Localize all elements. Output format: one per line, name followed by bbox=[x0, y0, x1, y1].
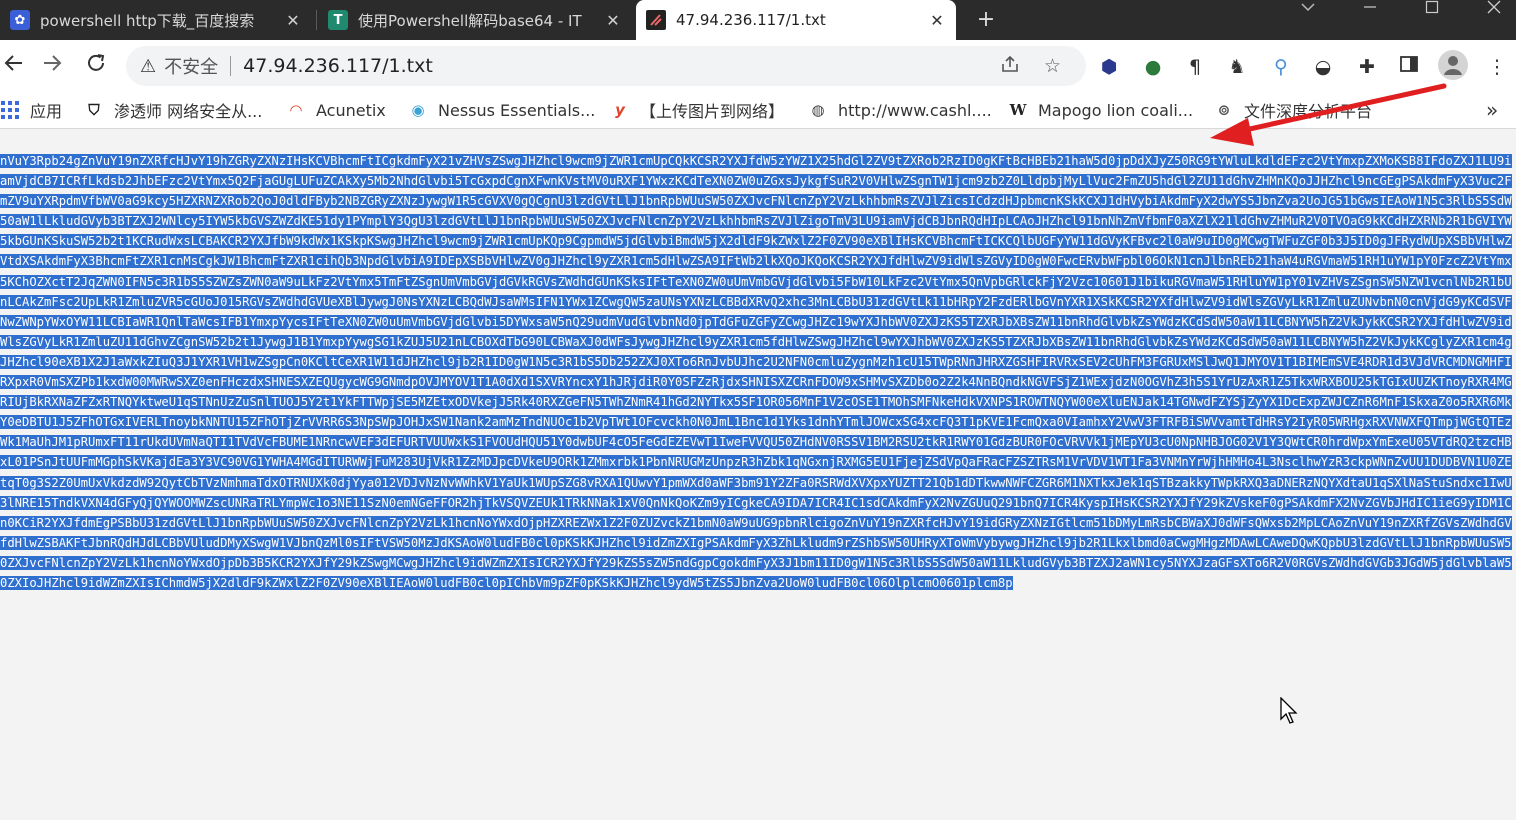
close-window-icon[interactable] bbox=[1464, 0, 1516, 40]
text-line[interactable]: IuQ3J1YXR1VH1wZSgpCn0KCltCeXR1W11dJHZhcl… bbox=[154, 354, 1329, 369]
bookmark-mapogo[interactable]: W Mapogo lion coali... bbox=[1008, 92, 1193, 128]
link-icon: ⊚ bbox=[1217, 101, 1231, 119]
tab-title: 使用Powershell解码base64 - IT bbox=[358, 11, 582, 30]
warning-icon[interactable]: ⚠ bbox=[140, 56, 156, 77]
url-text[interactable]: 47.94.236.117/1.txt bbox=[243, 55, 433, 77]
text-line[interactable]: QYWOOMWZscUNRaTRLYmpWc1o3NE11SzN0emNGeFF… bbox=[154, 495, 1336, 510]
profile-avatar-icon[interactable] bbox=[1438, 50, 1468, 80]
bookmark-cashl[interactable]: ◍ http://www.cashl.... bbox=[808, 92, 992, 128]
bookmark-label: 应用 bbox=[30, 102, 63, 121]
bookmark-apps[interactable]: 应用 bbox=[0, 92, 62, 128]
side-panel-icon[interactable] bbox=[1396, 54, 1422, 80]
bookmark-label: Nessus Essentials... bbox=[438, 100, 596, 120]
extension-agent-icon[interactable]: ♞ bbox=[1224, 54, 1250, 80]
bookmark-star-icon[interactable]: ☆ bbox=[1044, 55, 1061, 77]
bookmark-upload-image[interactable]: y 【上传图片到网络】 bbox=[610, 92, 784, 128]
apps-grid-icon bbox=[0, 100, 20, 120]
bookmark-acunetix[interactable]: ◠ Acunetix bbox=[286, 92, 386, 128]
divider bbox=[230, 56, 232, 76]
upload-icon: y bbox=[615, 101, 625, 119]
tab-1txt[interactable]: 47.94.236.117/1.txt ✕ bbox=[636, 0, 956, 40]
bookmarks-bar: 应用 ⛉ 渗透师 网络安全从... ◠ Acunetix ◉ Nessus Es… bbox=[0, 92, 1516, 129]
file-icon bbox=[646, 10, 666, 30]
text-line[interactable]: fY29kZSwgMCwgJHZhcl9idWZmZXIsICR2YXJfY29… bbox=[322, 555, 1490, 570]
text-line[interactable]: 2VtYmx5TmFtZSgnUmVmbGVjdGVkRGVsZWdhdGUnK… bbox=[330, 274, 1505, 289]
tab-search-icon[interactable] bbox=[1278, 0, 1338, 40]
mouse-cursor-icon bbox=[1280, 697, 1298, 724]
bookmark-nessus[interactable]: ◉ Nessus Essentials... bbox=[408, 92, 595, 128]
baidu-icon: ✿ bbox=[10, 10, 30, 30]
bookmark-label: 【上传图片到网络】 bbox=[640, 102, 785, 121]
text-line[interactable]: WNlcy5IYW5kbGVSZWZdKE51dy1PYmplY3QgU3lzd… bbox=[161, 214, 1336, 229]
wikipedia-icon: W bbox=[1009, 101, 1027, 119]
close-icon[interactable]: ✕ bbox=[926, 11, 948, 30]
extension-pilcrow-icon[interactable]: ¶ bbox=[1182, 54, 1208, 80]
bookmark-file-analysis[interactable]: ⊚ 文件深度分析平台 bbox=[1214, 92, 1372, 128]
tab-baidu[interactable]: ✿ powershell http下载_百度搜索 ✕ bbox=[0, 0, 312, 40]
text-line[interactable]: nVuY3Rpb24gZnVuY19nZXRfcHJvY19hZGRyZXNzI… bbox=[0, 154, 1174, 168]
bookmark-label: http://www.cashl.... bbox=[838, 100, 992, 120]
tab-title: powershell http下载_百度搜索 bbox=[40, 11, 255, 30]
maximize-icon[interactable] bbox=[1402, 0, 1462, 40]
extension-green-icon[interactable]: ● bbox=[1140, 54, 1166, 80]
base64-text[interactable]: nVuY3Rpb24gZnVuY19nZXRfcHJvY19hZGRyZXNzI… bbox=[0, 151, 1516, 593]
insecure-label[interactable]: 不安全 bbox=[164, 53, 218, 79]
extensions-puzzle-icon[interactable]: ✚ bbox=[1354, 54, 1380, 80]
tab-strip: ✿ powershell http下载_百度搜索 ✕ T 使用Powershel… bbox=[0, 0, 1516, 40]
close-icon[interactable]: ✕ bbox=[602, 11, 624, 30]
close-icon[interactable]: ✕ bbox=[282, 11, 304, 30]
nessus-icon: ◉ bbox=[411, 101, 425, 119]
extension-badge-icon[interactable]: ⬢ bbox=[1096, 54, 1122, 80]
bookmark-label: 渗透师 网络安全从... bbox=[114, 102, 263, 121]
extension-hat-icon[interactable]: ◒ bbox=[1310, 54, 1336, 80]
bookmark-label: 文件深度分析平台 bbox=[1244, 102, 1373, 121]
t-icon: T bbox=[328, 10, 348, 30]
reload-icon[interactable] bbox=[82, 52, 110, 80]
bookmarks-overflow-button[interactable]: » bbox=[1486, 92, 1498, 128]
minimize-icon[interactable] bbox=[1340, 0, 1400, 40]
location-pin-icon[interactable]: ⚲ bbox=[1268, 54, 1294, 80]
tab-title: 47.94.236.117/1.txt bbox=[676, 11, 826, 29]
share-icon[interactable] bbox=[1000, 54, 1020, 79]
new-tab-button[interactable]: + bbox=[972, 6, 1000, 34]
bookmark-label: Acunetix bbox=[316, 100, 386, 120]
forward-icon[interactable] bbox=[38, 52, 66, 80]
address-bar[interactable]: ⚠ 不安全 47.94.236.117/1.txt ☆ bbox=[126, 46, 1086, 86]
menu-kebab-icon[interactable]: ⋮ bbox=[1484, 54, 1510, 80]
shield-icon: ⛉ bbox=[88, 101, 100, 119]
acunetix-icon: ◠ bbox=[290, 101, 302, 119]
back-icon[interactable] bbox=[0, 52, 28, 80]
bookmark-label: Mapogo lion coali... bbox=[1038, 100, 1194, 120]
bookmark-shentoushi[interactable]: ⛉ 渗透师 网络安全从... bbox=[84, 92, 262, 128]
tab-separator bbox=[316, 10, 317, 30]
tab-powershell-base64[interactable]: T 使用Powershell解码base64 - IT ✕ bbox=[318, 0, 632, 40]
globe-icon: ◍ bbox=[811, 101, 825, 119]
text-line[interactable]: R6S3NpSWpJOHJxSW1Nank2amMzTndNUOc1b2VpTW… bbox=[330, 415, 1505, 430]
